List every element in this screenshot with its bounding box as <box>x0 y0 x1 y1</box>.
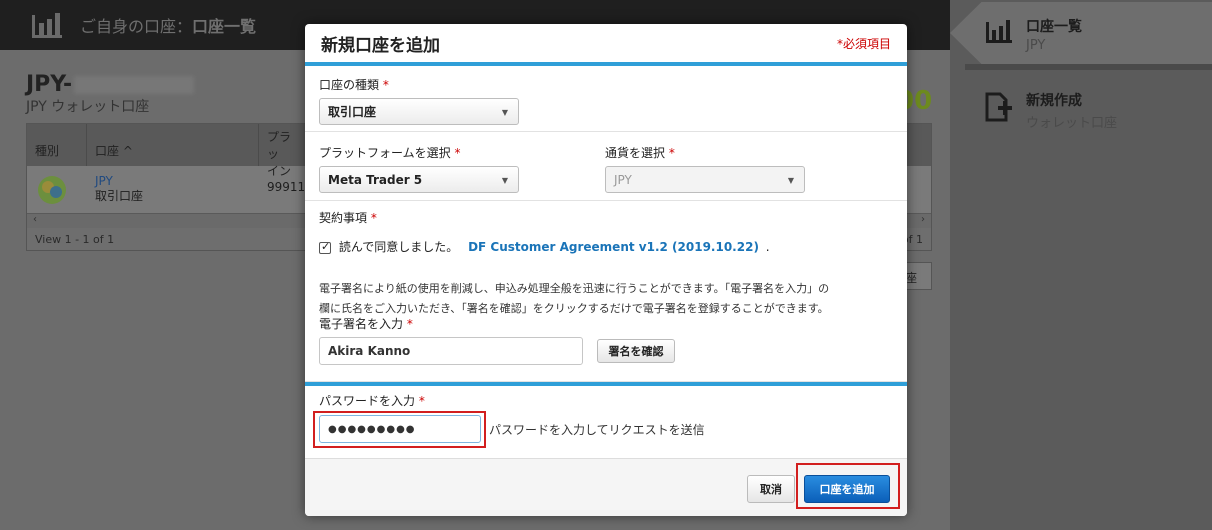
bar-chart-icon <box>30 11 64 39</box>
scroll-right-icon[interactable]: › <box>921 214 925 228</box>
scroll-left-icon[interactable]: ‹ <box>33 214 37 228</box>
esign-input[interactable]: Akira Kanno <box>319 337 583 365</box>
currency-label: 通貨を選択 * <box>605 146 675 160</box>
dialog-title: 新規口座を追加 <box>321 35 440 56</box>
customer-agreement-link[interactable]: DF Customer Agreement v1.2 (2019.10.22) <box>468 240 759 254</box>
sidebar-item-subtitle: ウォレット口座 <box>1026 116 1118 131</box>
password-hint: パスワードを入力してリクエストを送信 <box>489 422 705 437</box>
account-type-label: 口座の種類 * <box>319 78 389 92</box>
password-highlight-box <box>313 411 486 448</box>
esign-description: 電子署名により紙の使用を削減し、申込み処理全般を迅速に行うことができます。「電子… <box>319 282 830 315</box>
dialog-header: 新規口座を追加 *必須項目 <box>305 24 907 66</box>
sidebar-item-new-account[interactable]: 新規作成 ウォレット口座 <box>950 76 1212 142</box>
currency-select[interactable]: JPY ▼ <box>605 166 805 193</box>
mt5-logo-icon <box>27 166 87 213</box>
col-header-platform[interactable]: プラッ イン <box>259 124 309 178</box>
sidebar-item-account-list[interactable]: 口座一覧 JPY <box>950 2 1212 68</box>
confirm-signature-button[interactable]: 署名を確認 <box>597 339 675 363</box>
col-header-account[interactable]: 口座 ^ <box>87 124 259 166</box>
sidebar-item-title: 口座一覧 <box>1026 19 1082 35</box>
dropdown-caret-icon: ▼ <box>501 108 508 117</box>
account-type-select[interactable]: 取引口座 ▼ <box>319 98 519 125</box>
platform-currency-section: プラットフォームを選択 * Meta Trader 5 ▼ 通貨を選択 * JPY… <box>305 132 907 201</box>
breadcrumb-prefix: ご自身の口座： <box>80 17 193 36</box>
account-type-section: 口座の種類 * 取引口座 ▼ <box>305 66 907 132</box>
masked-account-number <box>74 76 195 94</box>
account-subtitle: JPY ウォレット口座 <box>26 99 150 115</box>
account-cell: JPY 取引口座 <box>95 174 144 203</box>
agreement-label: 契約事項 * <box>319 211 377 225</box>
platform-select[interactable]: Meta Trader 5 ▼ <box>319 166 519 193</box>
breadcrumb-current: 口座一覧 <box>192 17 257 36</box>
submit-highlight-box <box>796 463 900 509</box>
add-document-icon <box>984 90 1014 122</box>
agreement-row: 読んで同意しました。 DF Customer Agreement v1.2 (2… <box>319 238 893 255</box>
cancel-button[interactable]: 取消 <box>747 475 795 503</box>
password-label: パスワードを入力 * <box>319 394 425 408</box>
agreement-checkbox[interactable] <box>319 240 331 254</box>
platform-label: プラットフォームを選択 * <box>319 146 461 160</box>
required-note: *必須項目 <box>836 36 891 51</box>
dropdown-caret-icon: ▼ <box>501 176 508 185</box>
col-header-type[interactable]: 種別 <box>27 124 87 166</box>
agreement-period: . <box>765 240 770 254</box>
sidebar-item-title: 新規作成 <box>1026 93 1082 109</box>
bar-chart-icon <box>984 16 1014 46</box>
dropdown-caret-icon: ▼ <box>787 176 794 185</box>
sidebar-item-subtitle: JPY <box>1026 38 1046 53</box>
account-title: JPY- <box>26 72 195 97</box>
page-breadcrumb: ご自身の口座：口座一覧 <box>80 13 256 37</box>
agreement-text: 読んで同意しました。 <box>338 240 459 254</box>
agreement-section: 契約事項 * 読んで同意しました。 DF Customer Agreement … <box>305 201 907 382</box>
